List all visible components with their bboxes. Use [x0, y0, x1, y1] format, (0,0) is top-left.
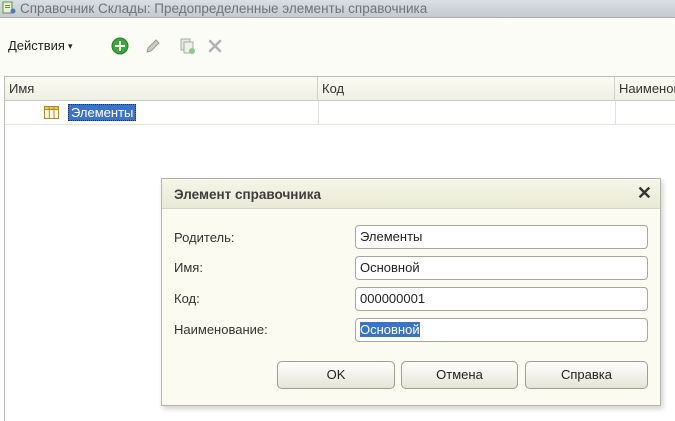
- description-label: Наименование:: [174, 322, 268, 337]
- window-title-bar: Справочник Склады: Предопределенные элем…: [0, 0, 675, 18]
- column-header-name[interactable]: Имя: [5, 77, 318, 101]
- chevron-down-icon: ▾: [67, 41, 73, 51]
- delete-icon[interactable]: [206, 37, 224, 55]
- help-button[interactable]: Справка: [525, 361, 648, 389]
- actions-menu-button[interactable]: Действия ▾: [8, 38, 73, 53]
- parent-field[interactable]: Элементы: [355, 225, 648, 249]
- name-field[interactable]: Основной: [355, 256, 648, 280]
- code-label: Код:: [174, 291, 200, 306]
- catalog-icon: [2, 1, 16, 14]
- dialog-title: Элемент справочника: [174, 187, 322, 202]
- description-field[interactable]: Основной: [355, 318, 648, 342]
- dialog-header: Элемент справочника ✕: [162, 179, 660, 209]
- cancel-button[interactable]: Отмена: [401, 361, 518, 389]
- parent-label: Родитель:: [174, 230, 235, 245]
- copy-icon[interactable]: [178, 37, 196, 55]
- close-icon[interactable]: ✕: [637, 183, 652, 203]
- table-row[interactable]: Элементы: [5, 101, 675, 125]
- name-label: Имя:: [174, 260, 203, 275]
- column-header-description[interactable]: Наименование: [615, 77, 675, 101]
- ok-button[interactable]: OK: [277, 361, 395, 389]
- actions-menu-label: Действия: [8, 38, 65, 53]
- window-title: Справочник Склады: Предопределенные элем…: [20, 1, 428, 16]
- table-header: Имя Код Наименование: [5, 77, 675, 101]
- column-divider: [615, 101, 616, 125]
- catalog-element-dialog: Элемент справочника ✕ Родитель: Элементы…: [161, 178, 661, 406]
- table-icon: [44, 106, 59, 119]
- add-icon[interactable]: [111, 37, 129, 55]
- toolbar: Действия ▾: [0, 18, 675, 76]
- column-divider: [318, 101, 319, 125]
- code-field[interactable]: 000000001: [355, 287, 648, 311]
- edit-icon[interactable]: [144, 37, 162, 55]
- row-name-cell[interactable]: Элементы: [68, 104, 137, 121]
- column-header-code[interactable]: Код: [318, 77, 615, 101]
- selected-text: Основной: [360, 322, 420, 337]
